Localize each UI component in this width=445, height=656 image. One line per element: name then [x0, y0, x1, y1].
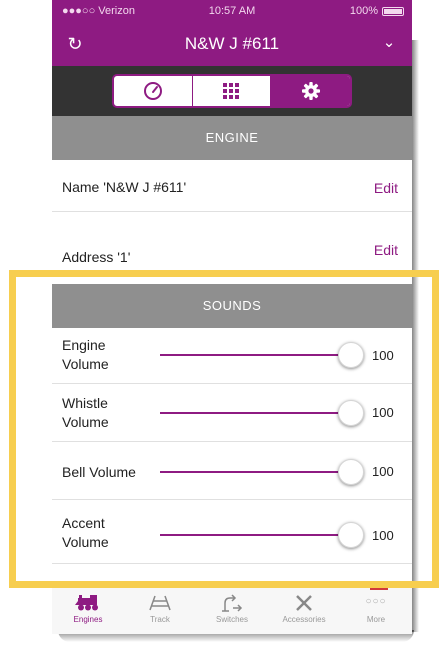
- gear-icon: [301, 82, 320, 100]
- tab-label: More: [366, 615, 386, 624]
- page-title: N&W J #611: [184, 34, 280, 53]
- tab-label: Switches: [215, 615, 248, 624]
- battery-icon: [382, 7, 404, 16]
- locomotive-icon: [52, 587, 124, 615]
- chevron-down-icon[interactable]: ⌄: [378, 32, 400, 54]
- tab-label: Track: [150, 615, 170, 624]
- tab-engines[interactable]: Engines: [52, 587, 124, 634]
- switch-icon: [196, 587, 268, 615]
- tab-more[interactable]: ○○○ More: [340, 587, 412, 634]
- tab-label: Engines: [73, 615, 103, 624]
- address-label: Address '1': [62, 249, 131, 265]
- tab-bar: Engines Track Switches Accessories ○○○ M…: [52, 586, 412, 634]
- segment-throttle[interactable]: [114, 76, 193, 106]
- sounds-highlight-frame: [9, 270, 439, 588]
- segment-bar: [52, 66, 412, 116]
- name-label: Name 'N&W J #611': [62, 179, 187, 195]
- more-dots-icon: ○○○: [365, 596, 387, 607]
- battery-percent: 100%: [349, 5, 378, 17]
- segment-settings[interactable]: [271, 76, 350, 106]
- tab-switches[interactable]: Switches: [196, 587, 268, 634]
- segmented-control: [112, 74, 352, 108]
- tab-label: Accessories: [282, 615, 326, 624]
- edit-address-button[interactable]: Edit: [374, 242, 398, 258]
- speedometer-icon: [143, 82, 162, 100]
- name-row: Name 'N&W J #611' Edit: [52, 160, 412, 212]
- crossing-icon: [268, 587, 340, 615]
- segment-functions[interactable]: [193, 76, 272, 106]
- status-bar: ●●●○○ Verizon 10:57 AM 100%: [52, 0, 412, 22]
- track-icon: [124, 587, 196, 615]
- edit-name-button[interactable]: Edit: [374, 180, 398, 196]
- tab-track[interactable]: Track: [124, 587, 196, 634]
- keypad-grid-icon: [223, 83, 240, 99]
- section-header-engine: ENGINE: [52, 116, 412, 160]
- nav-bar: ↻ N&W J #611 ⌄: [52, 22, 412, 66]
- refresh-icon[interactable]: ↻: [64, 33, 86, 55]
- tab-accessories[interactable]: Accessories: [268, 587, 340, 634]
